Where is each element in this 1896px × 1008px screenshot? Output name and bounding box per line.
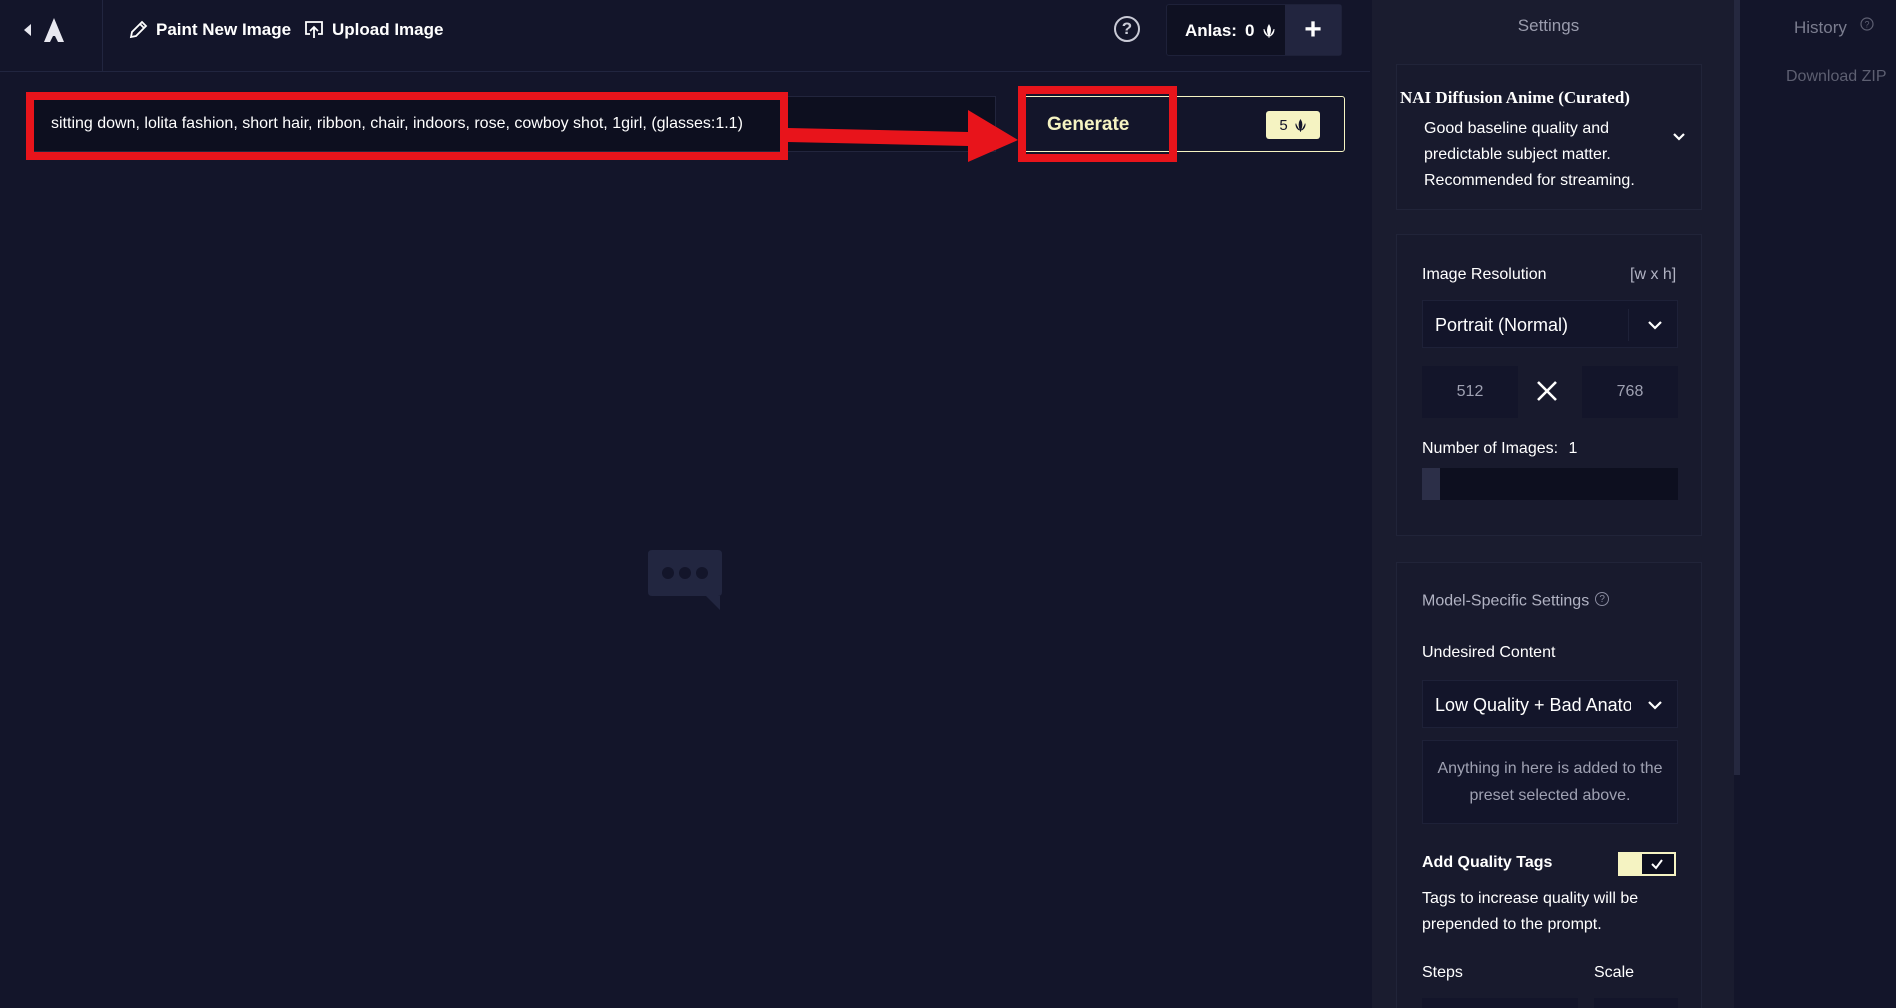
annotation-arrow-icon [788, 110, 1018, 162]
anlas-icon [1263, 24, 1275, 38]
number-of-images-text: Number of Images: [1422, 440, 1559, 457]
check-icon [1651, 859, 1663, 870]
chevron-down-icon[interactable] [1670, 128, 1688, 146]
model-name: NAI Diffusion Anime (Curated) [1400, 88, 1630, 107]
settings-title: Settings [1517, 16, 1580, 35]
resolution-select[interactable]: Portrait (Normal) [1422, 300, 1678, 348]
quality-tags-description: Tags to increase quality will be prepend… [1422, 890, 1639, 933]
resolution-hint: [w x h] [1630, 266, 1677, 283]
download-zip-button[interactable]: Download ZIP [1786, 68, 1887, 86]
number-of-images-label: Number of Images: 1 [1422, 440, 1577, 458]
upload-icon [305, 21, 323, 38]
anlas-display: Anlas: 0 + [1166, 4, 1342, 56]
number-of-images-slider[interactable] [1422, 468, 1678, 500]
number-of-images-value: 1 [1568, 440, 1578, 457]
model-specific-settings-text: Model-Specific Settings [1422, 592, 1590, 610]
add-quality-tags-toggle[interactable] [1618, 852, 1676, 876]
scale-label: Scale [1594, 964, 1635, 981]
info-icon[interactable]: ? [1595, 592, 1610, 606]
upload-image-button[interactable]: Upload Image [304, 18, 443, 42]
undesired-content-value: Low Quality + Bad Anatomy [1435, 695, 1631, 715]
scale-input[interactable] [1594, 998, 1678, 1008]
steps-label: Steps [1422, 964, 1463, 981]
resolution-select-value: Portrait (Normal) [1435, 315, 1569, 335]
generate-highlight-box [1018, 86, 1177, 162]
paint-new-image-label: Paint New Image [156, 20, 292, 39]
plus-icon: + [1304, 13, 1322, 46]
times-icon [1537, 381, 1557, 401]
help-icon: ? [1121, 19, 1133, 38]
chevron-down-icon [1648, 321, 1662, 330]
undesired-content-textarea[interactable]: Anything in here is added to the preset … [1422, 740, 1678, 824]
paint-new-image-button[interactable]: Paint New Image [128, 18, 291, 42]
anlas-label: Anlas: [1185, 21, 1237, 40]
undesired-content-select[interactable]: Low Quality + Bad Anatomy [1422, 680, 1678, 728]
model-description: Good baseline quality and predictable su… [1424, 120, 1635, 189]
chevron-down-icon [1648, 701, 1662, 710]
topbar-divider [102, 0, 103, 72]
generate-cost-value: 5 [1279, 116, 1288, 134]
anlas-value: 0 [1244, 21, 1255, 40]
back-home-button[interactable] [22, 16, 72, 46]
buy-anlas-button[interactable]: + [1285, 5, 1341, 55]
select-divider [1628, 309, 1629, 341]
info-icon[interactable]: ? [1860, 17, 1874, 31]
empty-chat-icon [648, 550, 722, 610]
help-button[interactable]: ? [1114, 16, 1140, 42]
nai-logo-icon [24, 18, 64, 42]
svg-text:?: ? [1864, 20, 1869, 30]
history-title: History [1794, 18, 1847, 37]
generate-cost-badge: 5 [1266, 111, 1320, 139]
prompt-highlight-box [26, 92, 788, 160]
height-input[interactable]: 768 [1582, 366, 1678, 418]
pencil-icon [129, 20, 148, 39]
steps-input[interactable] [1422, 998, 1578, 1008]
image-resolution-label: Image Resolution [1422, 266, 1547, 283]
toggle-fill [1620, 854, 1642, 874]
settings-scrollbar[interactable] [1734, 0, 1740, 775]
slider-handle[interactable] [1422, 468, 1440, 500]
top-bar: Paint New Image Upload Image ? Anlas: 0 … [0, 0, 1370, 72]
width-input[interactable]: 512 [1422, 366, 1518, 418]
add-quality-tags-label: Add Quality Tags [1422, 854, 1553, 871]
anlas-balance: Anlas: 0 [1185, 21, 1276, 41]
model-specific-settings-label: Model-Specific Settings? [1422, 592, 1610, 611]
undesired-content-label: Undesired Content [1422, 644, 1556, 661]
anlas-icon [1295, 118, 1306, 132]
upload-image-label: Upload Image [332, 20, 444, 39]
